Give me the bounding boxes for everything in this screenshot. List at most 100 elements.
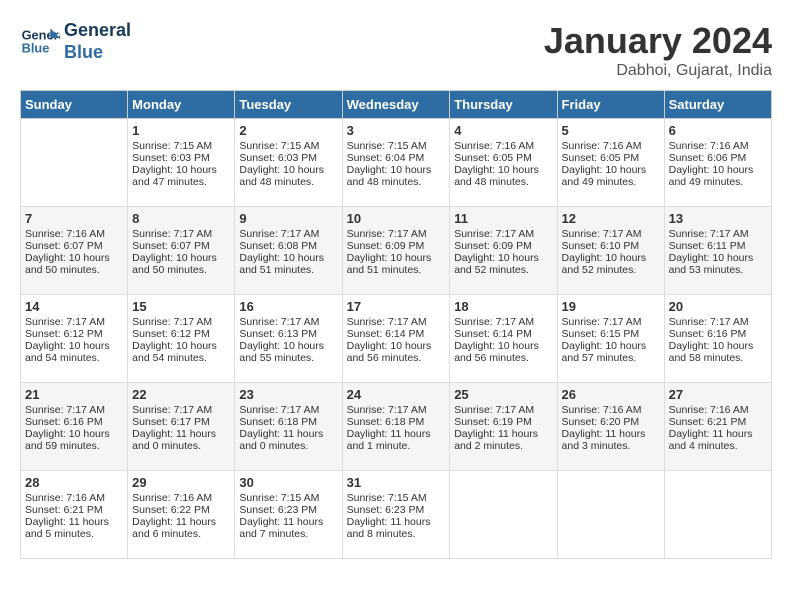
calendar-cell: 15 Sunrise: 7:17 AM Sunset: 6:12 PM Dayli… (128, 295, 235, 383)
weekday-header: Monday (128, 91, 235, 119)
calendar-cell: 20 Sunrise: 7:17 AM Sunset: 6:16 PM Dayli… (664, 295, 771, 383)
day-number: 21 (25, 387, 123, 402)
calendar-cell: 6 Sunrise: 7:16 AM Sunset: 6:06 PM Daylig… (664, 119, 771, 207)
weekday-header: Thursday (450, 91, 557, 119)
day-info: Sunrise: 7:17 AM Sunset: 6:15 PM Dayligh… (562, 316, 647, 364)
day-info: Sunrise: 7:15 AM Sunset: 6:23 PM Dayligh… (347, 492, 431, 540)
day-number: 24 (347, 387, 446, 402)
weekday-header: Sunday (21, 91, 128, 119)
calendar-cell: 1 Sunrise: 7:15 AM Sunset: 6:03 PM Daylig… (128, 119, 235, 207)
day-info: Sunrise: 7:17 AM Sunset: 6:14 PM Dayligh… (454, 316, 539, 364)
day-number: 14 (25, 299, 123, 314)
day-info: Sunrise: 7:15 AM Sunset: 6:23 PM Dayligh… (239, 492, 323, 540)
day-number: 29 (132, 475, 230, 490)
calendar-cell: 3 Sunrise: 7:15 AM Sunset: 6:04 PM Daylig… (342, 119, 450, 207)
day-number: 9 (239, 211, 337, 226)
day-number: 1 (132, 123, 230, 138)
calendar-cell: 7Sunrise: 7:16 AM Sunset: 6:07 PM Daylig… (21, 207, 128, 295)
calendar-cell: 31Sunrise: 7:15 AM Sunset: 6:23 PM Dayli… (342, 471, 450, 559)
month-title: January 2024 (544, 20, 772, 62)
day-info: Sunrise: 7:17 AM Sunset: 6:17 PM Dayligh… (132, 404, 216, 452)
day-info: Sunrise: 7:17 AM Sunset: 6:07 PM Dayligh… (132, 228, 217, 276)
day-info: Sunrise: 7:17 AM Sunset: 6:16 PM Dayligh… (669, 316, 754, 364)
day-info: Sunrise: 7:16 AM Sunset: 6:06 PM Dayligh… (669, 140, 754, 188)
day-info: Sunrise: 7:17 AM Sunset: 6:18 PM Dayligh… (239, 404, 323, 452)
day-info: Sunrise: 7:17 AM Sunset: 6:09 PM Dayligh… (347, 228, 432, 276)
day-info: Sunrise: 7:16 AM Sunset: 6:05 PM Dayligh… (454, 140, 539, 188)
day-number: 2 (239, 123, 337, 138)
logo-line1: General (64, 20, 131, 40)
logo-text: General Blue (64, 20, 131, 63)
day-number: 4 (454, 123, 552, 138)
day-number: 11 (454, 211, 552, 226)
day-number: 10 (347, 211, 446, 226)
day-info: Sunrise: 7:17 AM Sunset: 6:18 PM Dayligh… (347, 404, 431, 452)
day-info: Sunrise: 7:16 AM Sunset: 6:20 PM Dayligh… (562, 404, 646, 452)
day-number: 20 (669, 299, 767, 314)
day-info: Sunrise: 7:16 AM Sunset: 6:05 PM Dayligh… (562, 140, 647, 188)
calendar-table: SundayMondayTuesdayWednesdayThursdayFrid… (20, 90, 772, 559)
day-info: Sunrise: 7:17 AM Sunset: 6:08 PM Dayligh… (239, 228, 324, 276)
calendar-cell (557, 471, 664, 559)
day-number: 17 (347, 299, 446, 314)
page-header: General Blue General Blue January 2024 D… (20, 20, 772, 80)
calendar-cell: 17 Sunrise: 7:17 AM Sunset: 6:14 PM Dayli… (342, 295, 450, 383)
day-number: 8 (132, 211, 230, 226)
day-info: Sunrise: 7:17 AM Sunset: 6:11 PM Dayligh… (669, 228, 754, 276)
day-info: Sunrise: 7:15 AM Sunset: 6:04 PM Dayligh… (347, 140, 432, 188)
weekday-header: Wednesday (342, 91, 450, 119)
calendar-cell: 24 Sunrise: 7:17 AM Sunset: 6:18 PM Dayli… (342, 383, 450, 471)
calendar-cell: 9 Sunrise: 7:17 AM Sunset: 6:08 PM Daylig… (235, 207, 342, 295)
day-number: 23 (239, 387, 337, 402)
day-number: 27 (669, 387, 767, 402)
logo-line2: Blue (64, 42, 103, 62)
calendar-week-row: 28 Sunrise: 7:16 AM Sunset: 6:21 PM Dayli… (21, 471, 772, 559)
day-number: 16 (239, 299, 337, 314)
calendar-cell: 18Sunrise: 7:17 AM Sunset: 6:14 PM Dayli… (450, 295, 557, 383)
calendar-cell: 30Sunrise: 7:15 AM Sunset: 6:23 PM Dayli… (235, 471, 342, 559)
day-info: Sunrise: 7:16 AM Sunset: 6:22 PM Dayligh… (132, 492, 216, 540)
calendar-cell: 28 Sunrise: 7:16 AM Sunset: 6:21 PM Dayli… (21, 471, 128, 559)
calendar-cell: 26Sunrise: 7:16 AM Sunset: 6:20 PM Dayli… (557, 383, 664, 471)
day-number: 5 (562, 123, 660, 138)
calendar-cell: 21 Sunrise: 7:17 AM Sunset: 6:16 PM Dayli… (21, 383, 128, 471)
day-info: Sunrise: 7:17 AM Sunset: 6:12 PM Dayligh… (132, 316, 217, 364)
weekday-header: Tuesday (235, 91, 342, 119)
calendar-week-row: 21 Sunrise: 7:17 AM Sunset: 6:16 PM Dayli… (21, 383, 772, 471)
calendar-cell: 22Sunrise: 7:17 AM Sunset: 6:17 PM Dayli… (128, 383, 235, 471)
calendar-cell: 5 Sunrise: 7:16 AM Sunset: 6:05 PM Daylig… (557, 119, 664, 207)
calendar-cell: 19 Sunrise: 7:17 AM Sunset: 6:15 PM Dayli… (557, 295, 664, 383)
calendar-cell: 27Sunrise: 7:16 AM Sunset: 6:21 PM Dayli… (664, 383, 771, 471)
day-number: 19 (562, 299, 660, 314)
calendar-cell (21, 119, 128, 207)
calendar-cell: 2 Sunrise: 7:15 AM Sunset: 6:03 PM Daylig… (235, 119, 342, 207)
day-number: 28 (25, 475, 123, 490)
title-block: January 2024 Dabhoi, Gujarat, India (544, 20, 772, 80)
calendar-cell: 4 Sunrise: 7:16 AM Sunset: 6:05 PM Daylig… (450, 119, 557, 207)
calendar-cell: 12Sunrise: 7:17 AM Sunset: 6:10 PM Dayli… (557, 207, 664, 295)
day-number: 13 (669, 211, 767, 226)
day-number: 3 (347, 123, 446, 138)
day-info: Sunrise: 7:17 AM Sunset: 6:16 PM Dayligh… (25, 404, 110, 452)
day-info: Sunrise: 7:17 AM Sunset: 6:14 PM Dayligh… (347, 316, 432, 364)
location: Dabhoi, Gujarat, India (544, 62, 772, 80)
day-info: Sunrise: 7:16 AM Sunset: 6:21 PM Dayligh… (25, 492, 109, 540)
day-number: 25 (454, 387, 552, 402)
day-number: 7 (25, 211, 123, 226)
calendar-cell: 29 Sunrise: 7:16 AM Sunset: 6:22 PM Dayli… (128, 471, 235, 559)
calendar-week-row: 14 Sunrise: 7:17 AM Sunset: 6:12 PM Dayli… (21, 295, 772, 383)
weekday-header-row: SundayMondayTuesdayWednesdayThursdayFrid… (21, 91, 772, 119)
calendar-week-row: 7Sunrise: 7:16 AM Sunset: 6:07 PM Daylig… (21, 207, 772, 295)
calendar-cell: 16 Sunrise: 7:17 AM Sunset: 6:13 PM Dayli… (235, 295, 342, 383)
day-info: Sunrise: 7:17 AM Sunset: 6:13 PM Dayligh… (239, 316, 324, 364)
day-info: Sunrise: 7:15 AM Sunset: 6:03 PM Dayligh… (239, 140, 324, 188)
logo: General Blue General Blue (20, 20, 131, 63)
day-number: 6 (669, 123, 767, 138)
calendar-cell: 11Sunrise: 7:17 AM Sunset: 6:09 PM Dayli… (450, 207, 557, 295)
calendar-cell: 23 Sunrise: 7:17 AM Sunset: 6:18 PM Dayli… (235, 383, 342, 471)
day-number: 15 (132, 299, 230, 314)
day-info: Sunrise: 7:15 AM Sunset: 6:03 PM Dayligh… (132, 140, 217, 188)
weekday-header: Friday (557, 91, 664, 119)
calendar-cell (664, 471, 771, 559)
calendar-week-row: 1 Sunrise: 7:15 AM Sunset: 6:03 PM Daylig… (21, 119, 772, 207)
